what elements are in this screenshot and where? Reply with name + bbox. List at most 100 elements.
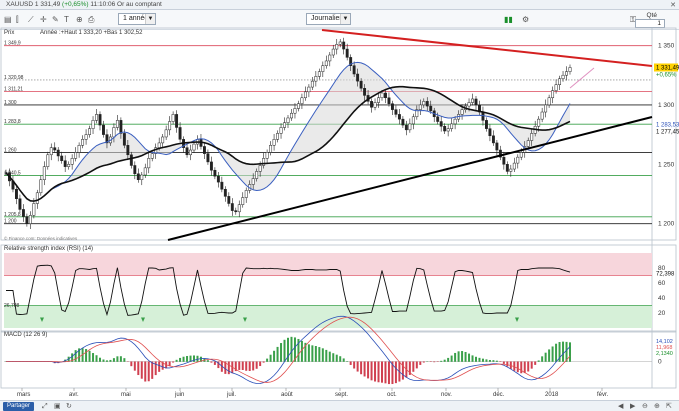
macd-histogram-bar [485,359,488,362]
macd-histogram-bar [457,351,460,362]
horizontal-level-label: 1 320,98 [4,75,24,81]
macd-histogram-bar [551,346,554,362]
candle-body [296,103,300,109]
macd-histogram-bar [562,341,565,362]
horizontal-level-label: 1 300 [4,100,17,106]
rsi-y-tick-label: 20 [658,310,666,317]
candle-body [244,190,248,198]
candle-body [568,67,572,72]
candle-body [540,111,544,120]
fullscreen-icon[interactable]: ⤢ [42,402,48,411]
candle-body [561,74,565,80]
candle-body [363,88,367,96]
candle-body [300,97,304,104]
macd-histogram-bar [318,347,321,362]
macd-histogram-bar [158,361,161,372]
macd-histogram-bar [377,361,380,383]
zoom-in-icon[interactable]: ⊕ [654,402,660,411]
macd-histogram-bar [92,353,95,362]
candle-body [380,92,384,99]
macd-histogram-bar [137,361,140,376]
candle-body [554,84,558,91]
candle-body [310,80,314,88]
candle-body [321,65,325,72]
candle-body [42,166,46,180]
data-source: © Finance.com: Données indicatives [4,235,78,241]
macd-histogram-bar [255,361,258,369]
macd-histogram-bar [248,361,251,371]
candle-body [178,127,182,140]
candle-body [394,109,398,115]
macd-histogram-bar [342,358,345,362]
candle-body [60,155,64,161]
candle-body [565,71,568,76]
candle-body [237,204,241,213]
candle-body [265,152,269,159]
macd-histogram-bar [450,355,453,362]
macd-histogram-bar [266,358,269,362]
macd-histogram-bar [516,361,519,373]
x-tick-label: 2018 [545,392,559,398]
candle-body [335,44,339,50]
candle-body [338,41,342,45]
chart-area[interactable]: Prix Année :+Haut 1 333,20 +Bas 1 302,52 ©… [0,0,679,411]
candle-body [303,91,307,99]
candle-body [21,209,25,217]
screenshot-icon[interactable]: ▣ [54,402,61,411]
macd-histogram-bar [252,361,255,371]
candle-body [446,128,450,132]
expand-icon[interactable]: ⇱ [666,402,672,411]
macd-histogram-bar [321,348,324,362]
candle-body [150,153,154,159]
candle-body [439,121,443,127]
macd-histogram-bar [273,350,276,362]
candle-body [551,90,555,99]
candle-body [161,136,165,144]
candle-body [276,133,280,140]
macd-histogram-bar [102,359,105,362]
scroll-right-icon[interactable]: ▶ [630,402,635,411]
candle-body [14,188,18,199]
scroll-left-icon[interactable]: ◀ [618,402,623,411]
macd-histogram-bar [179,357,182,362]
candle-body [84,134,88,140]
candle-body [390,103,394,110]
candle-body [418,104,422,110]
zoom-out-icon[interactable]: ⊖ [642,402,648,411]
candle-body [471,98,474,103]
macd-histogram-bar [307,344,310,362]
macd-histogram-bar [537,360,540,362]
candle-body [77,145,81,153]
horizontal-level-label: 1 349,9 [4,41,21,47]
candle-body [63,160,67,167]
share-button[interactable]: Partager [3,402,35,411]
macd-histogram-bar [520,361,523,374]
macd-histogram-bar [116,356,119,362]
horizontal-level-label: 1 283,8 [4,119,21,125]
candle-body [189,149,192,156]
macd-histogram-bar [499,361,502,363]
candle-body [460,109,464,115]
macd-histogram-bar [440,360,443,362]
candle-body [164,129,168,138]
macd-histogram-bar [412,361,415,372]
candle-body [140,174,144,180]
macd-histogram-bar [495,360,498,362]
refresh-icon[interactable]: ↻ [66,402,72,411]
candle-body [293,108,297,114]
candle-body [519,152,523,158]
macd-histogram-bar [147,361,150,382]
macd-histogram-bar [569,342,571,362]
macd-histogram-bar [433,361,436,363]
x-tick-label: avr. [69,392,79,398]
macd-histogram-bar [227,361,230,375]
macd-histogram-bar [443,359,446,362]
macd-histogram-bar [394,361,397,384]
candle-body [175,114,179,128]
candle-body [213,169,217,177]
candle-body [119,120,123,134]
macd-histogram-bar [548,349,551,362]
macd-histogram-bar [419,361,422,365]
macd-histogram-bar [471,355,474,362]
candle-body [168,121,172,131]
